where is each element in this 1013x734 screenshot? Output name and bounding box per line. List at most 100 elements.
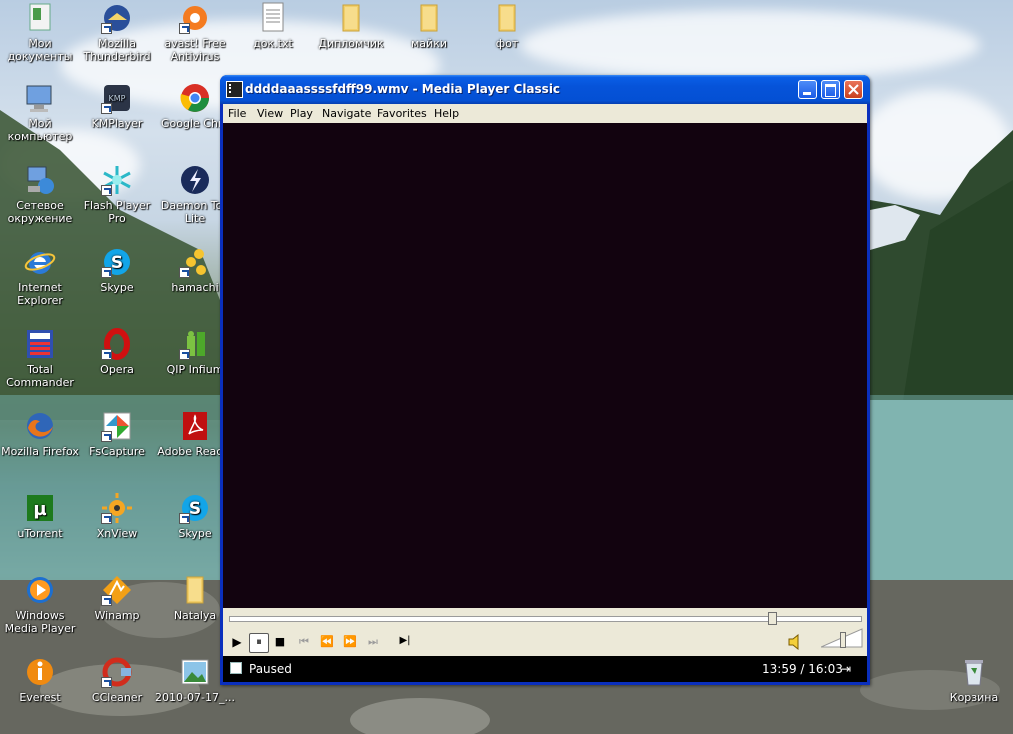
shortcut-arrow-icon — [101, 103, 112, 114]
shortcut-arrow-icon — [101, 267, 112, 278]
minimize-icon — [803, 92, 811, 95]
seek-bar[interactable] — [229, 612, 862, 625]
ccleaner-icon — [101, 656, 133, 688]
desktop-icon-xnview[interactable]: XnView — [77, 492, 157, 540]
flash-player-icon — [101, 164, 133, 196]
pause-button[interactable]: ⏸ — [249, 633, 269, 653]
desktop-icon-total-commander[interactable]: Total Commander — [0, 328, 80, 389]
desktop-icon-skype[interactable]: S Skype — [77, 246, 157, 294]
desktop-icon-mayki[interactable]: майки — [389, 2, 469, 50]
desktop-icon-ie[interactable]: Internet Explorer — [0, 246, 80, 307]
shortcut-arrow-icon — [101, 595, 112, 606]
window-title: ddddaaassssfdff99.wmv - Media Player Cla… — [245, 82, 561, 96]
desktop-icon-firefox[interactable]: Mozilla Firefox — [0, 410, 80, 458]
avast-icon — [179, 2, 211, 34]
desktop-icon-label: uTorrent — [17, 527, 63, 540]
shortcut-arrow-icon — [179, 267, 190, 278]
rewind-button[interactable]: ⏪ — [320, 635, 334, 651]
desktop-icon-fot[interactable]: фот — [467, 2, 547, 50]
volume-thumb[interactable] — [840, 632, 846, 648]
hamachi-icon — [179, 246, 211, 278]
chrome-icon — [179, 82, 211, 114]
desktop-icon-label: avast! Free Antivirus — [164, 37, 226, 63]
close-icon — [848, 84, 859, 95]
seek-thumb[interactable] — [768, 612, 777, 625]
title-bar[interactable]: ddddaaassssfdff99.wmv - Media Player Cla… — [220, 75, 870, 104]
desktop-icon-label: Flash Player Pro — [83, 199, 151, 225]
desktop-icon-network[interactable]: Сетевое окружение — [0, 164, 80, 225]
desktop-icon-label: Дипломчик — [318, 37, 384, 50]
speaker-icon[interactable] — [788, 634, 802, 650]
desktop-icon-my-documents[interactable]: Мои документы — [0, 2, 80, 63]
desktop-icon-recycle-bin[interactable]: Корзина — [934, 656, 1013, 704]
minimize-button[interactable] — [798, 80, 817, 99]
menu-file[interactable]: File — [228, 107, 246, 120]
svg-text:S: S — [189, 499, 201, 519]
desktop-icon-label: Mozilla Firefox — [1, 445, 79, 458]
desktop-icon-flash-player[interactable]: Flash Player Pro — [77, 164, 157, 225]
desktop-icon-label: Мои документы — [7, 37, 73, 63]
desktop-icon-kmplayer[interactable]: KMP KMPlayer — [77, 82, 157, 130]
folder-icon — [179, 574, 211, 606]
adobe-reader-icon — [179, 410, 211, 442]
shortcut-arrow-icon — [101, 431, 112, 442]
shortcut-arrow-icon — [179, 23, 190, 34]
menu-play[interactable]: Play — [290, 107, 313, 120]
media-player-window[interactable]: ddddaaassssfdff99.wmv - Media Player Cla… — [220, 75, 870, 685]
desktop-icon-thunderbird[interactable]: Mozilla Thunderbird — [77, 2, 157, 63]
desktop-icon-ccleaner[interactable]: CCleaner — [77, 656, 157, 704]
desktop-icon-fscapture[interactable]: FsCapture — [77, 410, 157, 458]
status-state: Paused — [249, 662, 292, 676]
next-button[interactable]: ⏭ — [366, 635, 380, 651]
wmp-icon — [24, 574, 56, 606]
shortcut-arrow-icon — [101, 349, 112, 360]
stop-button[interactable]: ■ — [273, 635, 287, 651]
firefox-icon — [24, 410, 56, 442]
close-button[interactable] — [844, 80, 863, 99]
desktop-icon-avast[interactable]: avast! Free Antivirus — [155, 2, 235, 63]
menu-favorites[interactable]: Favorites — [377, 107, 427, 120]
maximize-button[interactable] — [821, 80, 840, 99]
desktop-icon-diplomchik[interactable]: Дипломчик — [311, 2, 391, 50]
winamp-icon — [101, 574, 133, 606]
shortcut-arrow-icon — [101, 23, 112, 34]
desktop-icon-label: фот — [495, 37, 519, 50]
desktop-icon-label: Total Commander — [6, 363, 74, 389]
svg-text:KMP: KMP — [109, 94, 126, 103]
play-button[interactable]: ▶ — [229, 635, 245, 651]
text-file-icon — [257, 2, 289, 34]
shortcut-arrow-icon — [101, 513, 112, 524]
desktop-icon-label: KMPlayer — [91, 117, 143, 130]
desktop-icon-my-computer[interactable]: Мой компьютер — [0, 82, 80, 143]
menu-navigate[interactable]: Navigate — [322, 107, 371, 120]
desktop-icon-label: CCleaner — [91, 691, 143, 704]
svg-text:S: S — [111, 253, 123, 273]
frame-step-button[interactable]: ▶| — [396, 635, 414, 651]
app-icon[interactable] — [226, 81, 243, 98]
thunderbird-icon — [101, 2, 133, 34]
menu-view[interactable]: View — [257, 107, 283, 120]
skype-icon: S — [101, 246, 133, 278]
everest-icon — [24, 656, 56, 688]
desktop-icon-doc-txt[interactable]: док.txt — [233, 2, 313, 50]
desktop-icon-wmp[interactable]: Windows Media Player — [0, 574, 80, 635]
status-icon — [230, 662, 242, 674]
desktop-icon-winamp[interactable]: Winamp — [77, 574, 157, 622]
desktop-icon-utorrent[interactable]: µ uTorrent — [0, 492, 80, 540]
desktop-icon-everest[interactable]: Everest — [0, 656, 80, 704]
folder-icon — [335, 2, 367, 34]
desktop-icon-label: Сетевое окружение — [7, 199, 73, 225]
desktop-icon-label: Opera — [100, 363, 134, 376]
desktop-icon-label: Skype — [100, 281, 134, 294]
video-area[interactable] — [223, 123, 867, 608]
menu-bar: File View Play Navigate Favorites Help — [223, 104, 867, 123]
fast-forward-button[interactable]: ⏩ — [343, 635, 357, 651]
kmplayer-icon: KMP — [101, 82, 133, 114]
previous-button[interactable]: ⏮ — [297, 635, 311, 651]
menu-help[interactable]: Help — [434, 107, 459, 120]
desktop-icon-label: Мой компьютер — [7, 117, 73, 143]
shortcut-arrow-icon — [179, 513, 190, 524]
skype-icon: S — [179, 492, 211, 524]
desktop-icon-opera[interactable]: Opera — [77, 328, 157, 376]
folder-icon — [491, 2, 523, 34]
